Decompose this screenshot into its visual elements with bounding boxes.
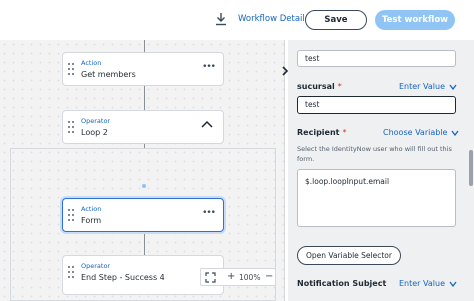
panel-scrollbar[interactable] <box>469 150 473 186</box>
chevron-down-icon <box>449 84 457 90</box>
node-name-label: Get members <box>81 70 136 79</box>
fit-view-icon[interactable] <box>205 272 216 283</box>
node-type-label: Operator <box>81 262 111 270</box>
notification-subject-mode-dropdown[interactable]: Enter Value <box>399 279 457 288</box>
node-type-label: Action <box>81 59 102 67</box>
recipient-label-text: Recipient <box>297 128 340 137</box>
node-type-label: Operator <box>81 117 111 125</box>
sucursal-label: sucursal * <box>297 82 342 91</box>
drag-handle-icon[interactable] <box>68 209 74 221</box>
node-type-label: Action <box>81 205 102 213</box>
node-name-label: Loop 2 <box>81 128 108 137</box>
sucursal-mode-dropdown[interactable]: Enter Value <box>399 82 457 91</box>
node-form[interactable]: Action Form ••• <box>62 198 224 232</box>
node-name-label: End Step - Success 4 <box>81 273 165 282</box>
test-workflow-button[interactable]: Test workflow <box>375 10 455 30</box>
notification-subject-label: Notification Subject <box>297 279 387 288</box>
loop-start-dot <box>142 184 146 188</box>
sucursal-label-text: sucursal <box>297 82 335 91</box>
required-mark: * <box>342 128 347 137</box>
more-options-icon[interactable]: ••• <box>202 208 216 218</box>
zoom-in-button[interactable]: + <box>227 271 235 282</box>
node-name-label: Form <box>81 216 102 225</box>
recipient-variable-input[interactable]: $.loop.loopInput.email <box>297 169 456 227</box>
zoom-out-button[interactable]: − <box>265 271 273 282</box>
notification-subject-mode-text: Enter Value <box>399 279 445 288</box>
sucursal-mode-text: Enter Value <box>399 82 445 91</box>
required-mark: * <box>337 82 342 91</box>
field-value-input[interactable]: test <box>297 50 456 67</box>
node-loop-2[interactable]: Operator Loop 2 <box>62 110 224 144</box>
panel-divider[interactable] <box>284 40 285 301</box>
workflow-details-link[interactable]: Workflow Details <box>238 14 309 24</box>
node-get-members[interactable]: Action Get members ••• <box>62 52 224 86</box>
drag-handle-icon[interactable] <box>68 266 74 278</box>
zoom-controls: + 100% − <box>200 268 276 286</box>
download-icon[interactable] <box>214 11 228 27</box>
workflow-canvas[interactable]: Action Get members ••• Operator Loop 2 A… <box>0 40 284 301</box>
drag-handle-icon[interactable] <box>68 121 74 133</box>
top-bar: Workflow Details Save Test workflow <box>0 0 474 40</box>
drag-handle-icon[interactable] <box>68 63 74 75</box>
open-variable-selector-button[interactable]: Open Variable Selector <box>297 246 401 265</box>
chevron-up-icon[interactable] <box>201 120 213 128</box>
sucursal-input[interactable]: test <box>297 96 456 114</box>
chevron-down-icon <box>449 281 457 287</box>
chevron-down-icon <box>451 130 459 136</box>
save-button[interactable]: Save <box>305 10 367 30</box>
recipient-help-text: Select the IdentityNow user who will fil… <box>297 145 452 163</box>
more-options-icon[interactable]: ••• <box>202 62 216 72</box>
connector-line <box>144 40 145 52</box>
connector-line <box>144 86 145 110</box>
recipient-mode-text: Choose Variable <box>383 128 448 137</box>
recipient-mode-dropdown[interactable]: Choose Variable <box>383 128 459 137</box>
zoom-level: 100% <box>239 273 261 282</box>
recipient-label: Recipient * <box>297 128 346 137</box>
